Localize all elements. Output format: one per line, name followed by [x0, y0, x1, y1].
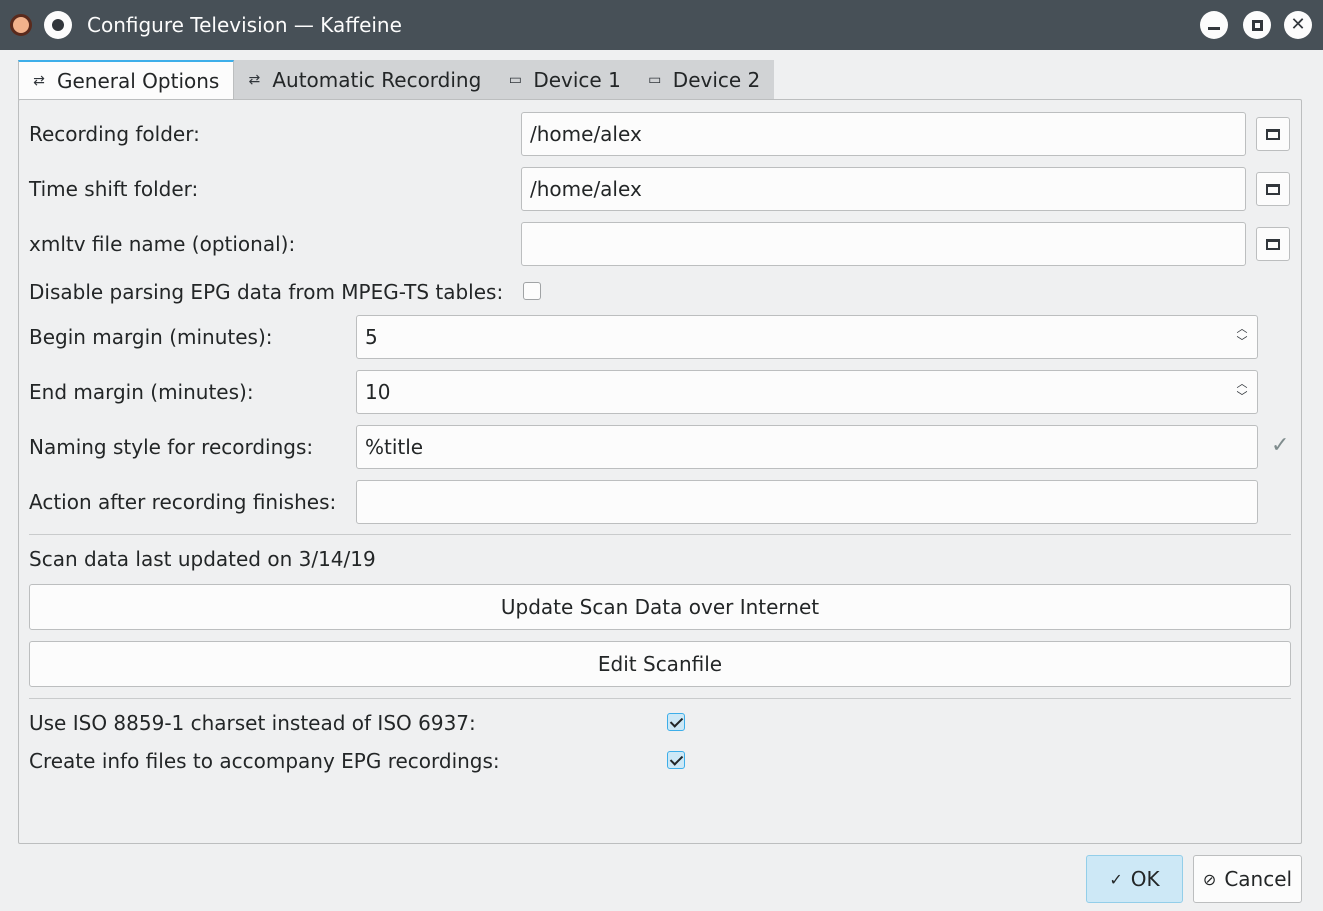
cancel-button[interactable]: ⊘ Cancel [1193, 855, 1302, 903]
separator [29, 698, 1291, 699]
xmltv-file-browse-button[interactable] [1256, 227, 1290, 261]
tab-label: Device 1 [533, 68, 621, 92]
action-after-input[interactable] [356, 480, 1258, 524]
xmltv-file-input[interactable] [521, 222, 1246, 266]
ok-label: OK [1130, 867, 1160, 891]
folder-icon [1266, 238, 1280, 250]
cancel-label: Cancel [1224, 867, 1293, 891]
spin-arrows-icon[interactable]: ︿ ﹀ [1235, 322, 1249, 352]
begin-margin-label: Begin margin (minutes): [29, 325, 273, 349]
folder-icon [1266, 183, 1280, 195]
time-shift-folder-label: Time shift folder: [29, 177, 199, 201]
tab-device-2[interactable]: ▭ Device 2 [634, 60, 775, 100]
scan-status-text: Scan data last updated on 3/14/19 [29, 547, 376, 571]
recording-folder-browse-button[interactable] [1256, 117, 1290, 151]
naming-style-input[interactable]: %title [356, 425, 1258, 469]
disable-epg-label: Disable parsing EPG data from MPEG-TS ta… [29, 280, 504, 304]
settings-sliders-icon: ⇄ [33, 73, 45, 89]
tab-automatic-recording[interactable]: ⇄ Automatic Recording [234, 60, 496, 100]
checkmark-icon: ✓ [1271, 433, 1290, 458]
minimize-button[interactable] [1200, 11, 1228, 39]
spin-arrows-icon[interactable]: ︿ ﹀ [1235, 377, 1249, 407]
monitor-icon: ▭ [508, 72, 522, 88]
tab-bar: ⇄ General Options ⇄ Automatic Recording … [18, 60, 775, 100]
checkmark-icon: ✓ [1109, 869, 1123, 889]
time-shift-folder-browse-button[interactable] [1256, 172, 1290, 206]
recording-folder-input[interactable]: /home/alex [521, 112, 1246, 156]
kaffeine-app-icon [10, 14, 32, 36]
window-menu-icon[interactable] [44, 11, 72, 39]
maximize-button[interactable] [1243, 11, 1271, 39]
cancel-icon: ⊘ [1202, 869, 1217, 889]
maximize-icon [1251, 19, 1263, 31]
minimize-icon [1208, 26, 1220, 30]
window-title: Configure Television — Kaffeine [87, 13, 402, 37]
begin-margin-spinbox[interactable]: 5 ︿ ﹀ [356, 315, 1258, 359]
naming-style-label: Naming style for recordings: [29, 435, 314, 459]
ok-button[interactable]: ✓ OK [1086, 855, 1183, 903]
monitor-icon: ▭ [648, 72, 662, 88]
disable-epg-checkbox[interactable] [523, 282, 541, 300]
end-margin-label: End margin (minutes): [29, 380, 254, 404]
recording-folder-label: Recording folder: [29, 122, 200, 146]
time-shift-folder-input[interactable]: /home/alex [521, 167, 1246, 211]
end-margin-spinbox[interactable]: 10 ︿ ﹀ [356, 370, 1258, 414]
xmltv-file-label: xmltv file name (optional): [29, 232, 296, 256]
tab-device-1[interactable]: ▭ Device 1 [495, 60, 635, 100]
settings-sliders-icon: ⇄ [248, 72, 261, 88]
info-files-checkbox[interactable] [667, 751, 685, 769]
end-margin-value: 10 [365, 380, 391, 404]
title-bar: Configure Television — Kaffeine ✕ [0, 0, 1323, 50]
tab-label: General Options [57, 69, 220, 93]
tab-label: Device 2 [672, 68, 761, 92]
tab-label: Automatic Recording [272, 68, 482, 92]
separator [29, 534, 1291, 535]
tab-general-options[interactable]: ⇄ General Options [18, 60, 235, 100]
edit-scanfile-button[interactable]: Edit Scanfile [29, 641, 1291, 687]
action-after-label: Action after recording finishes: [29, 490, 337, 514]
folder-icon [1266, 128, 1280, 140]
begin-margin-value: 5 [365, 325, 378, 349]
close-button[interactable]: ✕ [1284, 11, 1312, 39]
general-options-panel: Recording folder: /home/alex Time shift … [18, 99, 1302, 844]
update-scan-data-button[interactable]: Update Scan Data over Internet [29, 584, 1291, 630]
iso-charset-checkbox[interactable] [667, 713, 685, 731]
info-files-label: Create info files to accompany EPG recor… [29, 749, 500, 773]
close-icon: ✕ [1290, 14, 1306, 35]
